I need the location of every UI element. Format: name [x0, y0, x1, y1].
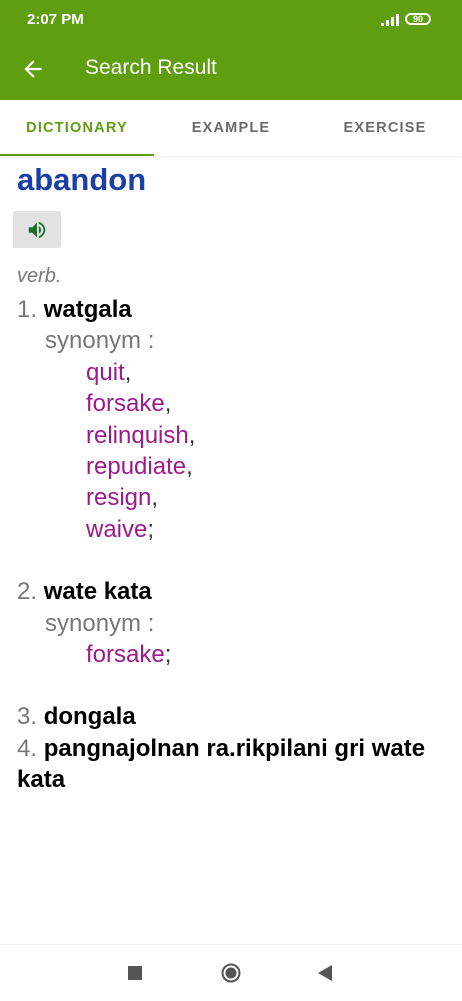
comma: ,	[164, 390, 172, 418]
back-triangle-icon[interactable]	[316, 964, 333, 982]
recent-apps-icon[interactable]	[128, 966, 142, 980]
comma: ,	[151, 484, 159, 512]
back-arrow-icon[interactable]	[20, 56, 46, 82]
comma: ,	[124, 358, 132, 386]
synonym-link[interactable]: quit	[86, 359, 125, 386]
status-time: 2:07 PM	[27, 11, 84, 28]
sense-meaning: pangnajolnan ra.rikpilani gri wate kata	[17, 734, 426, 794]
synonym-link[interactable]: resign	[86, 484, 151, 511]
synonym-label: synonym :	[45, 327, 155, 355]
page-title: Search Result	[85, 56, 217, 79]
battery-icon: 90	[405, 13, 431, 25]
synonym-link[interactable]: repudiate	[86, 453, 186, 480]
active-tab-indicator	[0, 154, 154, 156]
sense-3: 3. dongala	[17, 701, 447, 732]
tab-example[interactable]: EXAMPLE	[154, 100, 308, 156]
synonym-row: forsake;	[17, 639, 447, 670]
synonym-row: forsake,	[17, 388, 447, 419]
tab-exercise[interactable]: EXERCISE	[308, 100, 462, 156]
sense-4: 4. pangnajolnan ra.rikpilani gri wate ka…	[17, 733, 447, 796]
system-nav-bar	[0, 944, 462, 1001]
comma: ,	[188, 421, 196, 449]
sense-2: 2. wate kata	[17, 576, 447, 607]
synonym-link[interactable]: forsake	[86, 390, 165, 417]
headword: abandon	[17, 162, 147, 197]
sense-meaning: dongala	[43, 703, 136, 731]
synonym-row: waive;	[17, 514, 447, 545]
home-icon[interactable]	[221, 963, 241, 983]
sense-number: 1.	[17, 296, 38, 323]
synonym-link[interactable]: forsake	[86, 641, 165, 668]
sense-meaning: watgala	[43, 296, 132, 323]
sense-meaning: wate kata	[43, 578, 152, 606]
comma: ,	[186, 453, 193, 481]
sense-number: 2.	[17, 578, 38, 606]
semicolon: ;	[147, 515, 155, 543]
tab-dictionary[interactable]: DICTIONARY	[0, 100, 154, 156]
speaker-icon	[28, 221, 46, 239]
pronounce-button[interactable]	[13, 211, 61, 248]
synonym-row: quit,	[17, 357, 447, 388]
synonym-label: synonym :	[45, 609, 155, 637]
part-of-speech: verb.	[17, 265, 62, 287]
app-bar: Search Result	[0, 40, 462, 100]
definition-list: verb. 1. watgala synonym : quit, forsake…	[17, 262, 447, 796]
signal-icon	[381, 14, 399, 26]
semicolon: ;	[164, 641, 172, 669]
synonym-link[interactable]: relinquish	[86, 422, 189, 449]
synonym-row: resign,	[17, 482, 447, 513]
synonym-row: relinquish,	[17, 420, 447, 451]
synonym-row: repudiate,	[17, 451, 447, 482]
sense-number: 4.	[17, 734, 38, 762]
sense-number: 3.	[17, 703, 38, 731]
synonym-link[interactable]: waive	[86, 516, 147, 543]
tab-bar: DICTIONARY EXAMPLE EXERCISE	[0, 100, 462, 156]
sense-1: 1. watgala	[17, 294, 447, 325]
status-bar: 2:07 PM 90	[0, 0, 462, 40]
